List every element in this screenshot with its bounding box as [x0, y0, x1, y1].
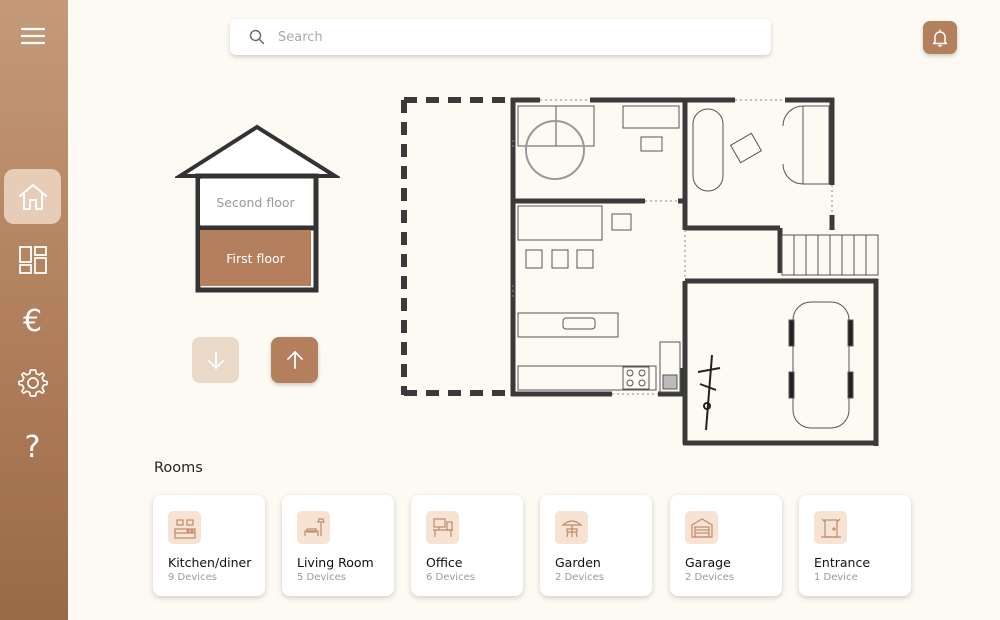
room-devices: 2 Devices: [555, 572, 604, 583]
room-devices: 9 Devices: [168, 572, 217, 583]
room-devices: 2 Devices: [685, 572, 734, 583]
dashboard-icon: [18, 245, 47, 274]
sidebar-item-help[interactable]: ?: [4, 420, 61, 475]
room-card-office[interactable]: Office 6 Devices: [411, 495, 523, 596]
room-devices: 5 Devices: [297, 572, 346, 583]
bell-icon: [932, 28, 948, 47]
room-name: Garden: [555, 555, 601, 570]
garden-outline: [401, 97, 508, 396]
room-name: Entrance: [814, 555, 871, 570]
room-devices: 6 Devices: [426, 572, 475, 583]
room-name: Kitchen/diner: [168, 555, 252, 570]
arrow-up-icon: [286, 351, 303, 369]
menu-button[interactable]: [4, 8, 61, 63]
search-icon: [249, 29, 265, 45]
room-name: Living Room: [297, 555, 374, 570]
gear-icon: [17, 368, 48, 397]
help-icon: ?: [24, 430, 41, 465]
search-input[interactable]: [278, 25, 748, 49]
search-bar: [230, 19, 771, 55]
floor-first[interactable]: First floor: [200, 230, 311, 286]
room-card-living-room[interactable]: Living Room 5 Devices: [282, 495, 394, 596]
floor-second[interactable]: Second floor: [200, 179, 311, 225]
bicycle-drawing: [697, 354, 721, 431]
kitchen-icon: [168, 511, 201, 544]
room-card-entrance[interactable]: Entrance 1 Device: [799, 495, 911, 596]
floor-plan-furniture: [517, 105, 879, 429]
arrow-down-icon: [207, 351, 224, 369]
floor-down-button[interactable]: [192, 337, 239, 383]
sidebar-item-billing[interactable]: €: [4, 294, 61, 349]
room-card-garden[interactable]: Garden 2 Devices: [540, 495, 652, 596]
sidebar-item-settings[interactable]: [4, 355, 61, 410]
living-room-icon: [297, 511, 330, 544]
menu-icon: [20, 27, 45, 44]
office-icon: [426, 511, 459, 544]
euro-icon: €: [22, 304, 43, 339]
sidebar-item-home[interactable]: [4, 169, 61, 224]
notifications-button[interactable]: [923, 21, 957, 54]
entrance-icon: [814, 511, 847, 544]
sidebar: € ?: [0, 0, 68, 620]
rooms-title: Rooms: [154, 460, 203, 476]
room-name: Garage: [685, 555, 731, 570]
room-card-kitchen[interactable]: Kitchen/diner 9 Devices: [153, 495, 265, 596]
house-walls: [510, 97, 879, 446]
sidebar-item-dashboard[interactable]: [4, 232, 61, 287]
home-icon: [18, 183, 47, 210]
floor-up-button[interactable]: [271, 337, 318, 383]
room-name: Office: [426, 555, 463, 570]
floor-plan: [401, 97, 879, 446]
room-devices: 1 Device: [814, 572, 858, 583]
room-card-garage[interactable]: Garage 2 Devices: [670, 495, 782, 596]
window-markings: [512, 99, 833, 395]
garage-icon: [685, 511, 718, 544]
garden-icon: [555, 511, 588, 544]
